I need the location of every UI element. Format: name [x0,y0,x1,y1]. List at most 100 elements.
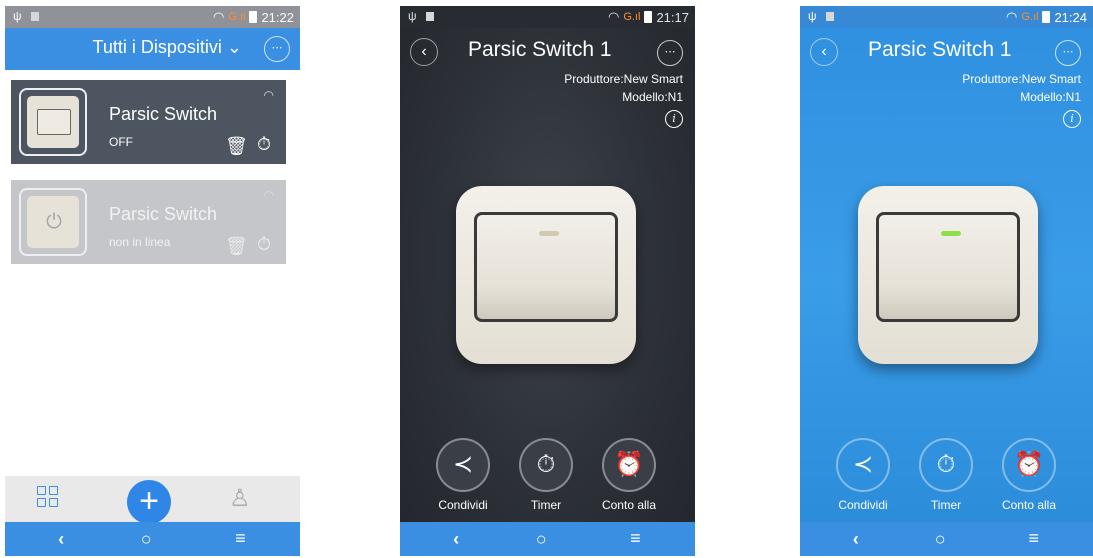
more-options-button[interactable]: ⋯ [1055,40,1081,66]
wifi-status-icon: ◠ [607,9,620,24]
nav-menu-button[interactable]: ≡ [1029,528,1040,549]
signal-icon: G.ıl [228,11,246,23]
android-nav-bar: ‹ ○ ≡ [5,522,300,556]
chevron-down-icon: ⌄ [226,37,242,57]
timer-icon[interactable]: ⏱ [257,234,271,255]
switch-thumbnail: ⏻ [19,188,87,256]
nav-home-button[interactable]: ○ [141,529,152,550]
share-button[interactable]: ≺ [436,438,490,492]
battery-icon [1042,11,1051,23]
nav-menu-button[interactable]: ≡ [630,528,641,549]
more-options-button[interactable]: ⋯ [264,36,290,62]
phone-device-detail-on: ψ ◠ G.ıl 21:24 ‹ Parsic Switch 1 ⋯ Produ… [800,6,1093,556]
signal-icon: G.ıl [1021,11,1039,23]
battery-icon [249,11,258,23]
timer-button[interactable]: ⏱ [919,438,973,492]
switch-led-on [941,231,961,236]
phone-device-detail-off: ψ ◠ G.ıl 21:17 ‹ Parsic Switch 1 ⋯ Produ… [400,6,695,556]
switch-thumbnail [19,88,87,156]
nav-home-button[interactable]: ○ [935,529,946,550]
model-label: Modello:N1 [1020,90,1081,104]
power-icon: ⏻ [46,211,62,233]
model-label: Modello:N1 [622,90,683,104]
device-title: Parsic Switch 1 [868,38,1012,61]
info-icon[interactable]: i [665,110,683,128]
device-title: Parsic Switch 1 [468,38,612,61]
usb-icon: ψ [13,9,22,23]
notification-icon [826,12,834,21]
page-title: Tutti i Dispositivi [92,37,222,57]
timer-label: Timer [930,498,962,512]
nav-back-button[interactable]: ‹ [453,529,459,550]
switch-toggle[interactable] [456,186,636,364]
more-icon: ⋯ [271,42,283,54]
back-button[interactable]: ‹ [810,38,838,66]
device-card-offline[interactable]: ⏻ Parsic Switch non in linea ◠ 🗑 ⏱ [11,180,286,264]
switch-toggle[interactable] [858,186,1038,364]
status-bar: ψ ◠ G.ıl 21:17 [400,6,695,28]
nav-back-button[interactable]: ‹ [853,529,859,550]
user-icon[interactable]: ♙ [229,484,251,513]
wifi-icon: ◠ [263,88,274,102]
bottom-tab-bar: + ♙ [5,476,300,524]
trash-icon[interactable]: 🗑 [225,236,248,257]
timer-icon: ⏱ [936,451,956,478]
device-card-online[interactable]: Parsic Switch OFF ◠ 🗑 ⏱ [11,80,286,164]
timer-label: Timer [530,498,562,512]
signal-icon: G.ıl [623,11,641,23]
alarm-icon: ⏰ [1014,451,1044,478]
countdown-label: Conto alla [1001,498,1057,512]
nav-menu-button[interactable]: ≡ [235,528,246,549]
manufacturer-label: Produttore:New Smart [564,72,683,86]
share-button[interactable]: ≺ [836,438,890,492]
timer-button[interactable]: ⏱ [519,438,573,492]
android-nav-bar: ‹ ○ ≡ [800,522,1093,556]
grid-icon[interactable] [37,486,59,508]
switch-led-off [539,231,559,236]
manufacturer-label: Produttore:New Smart [962,72,1081,86]
share-icon: ≺ [852,451,874,478]
more-options-button[interactable]: ⋯ [657,40,683,66]
notification-icon [31,12,39,21]
battery-icon [644,11,653,23]
status-bar: ψ ◠ G.ıl 21:22 [5,6,300,28]
switch-rocker [474,212,618,322]
countdown-button[interactable]: ⏰ [1002,438,1056,492]
share-label: Condividi [438,498,488,512]
android-nav-bar: ‹ ○ ≡ [400,522,695,556]
status-bar: ψ ◠ G.ıl 21:24 [800,6,1093,28]
status-time: 21:24 [1054,9,1087,25]
notification-icon [426,12,434,21]
wifi-status-icon: ◠ [212,9,225,24]
share-icon: ≺ [452,451,474,478]
plus-icon: + [139,482,159,520]
nav-home-button[interactable]: ○ [536,529,547,550]
phone-device-list: ψ ◠ G.ıl 21:22 Tutti i Dispositivi ⌄ ⋯ P… [5,6,300,556]
share-label: Condividi [838,498,888,512]
switch-rocker [876,212,1020,322]
usb-icon: ψ [408,9,417,23]
device-state: non in linea [109,235,171,249]
app-header: Tutti i Dispositivi ⌄ ⋯ [5,28,300,70]
back-icon: ‹ [821,43,827,60]
back-icon: ‹ [421,43,427,60]
more-icon: ⋯ [1062,46,1074,58]
info-icon[interactable]: i [1063,110,1081,128]
trash-icon[interactable]: 🗑 [225,136,248,157]
wifi-icon: ◠ [263,188,274,202]
wifi-status-icon: ◠ [1005,9,1018,24]
alarm-icon: ⏰ [614,451,644,478]
status-time: 21:17 [656,9,689,25]
back-button[interactable]: ‹ [410,38,438,66]
more-icon: ⋯ [664,46,676,58]
countdown-label: Conto alla [601,498,657,512]
device-name: Parsic Switch [109,104,218,124]
device-filter-dropdown[interactable]: Tutti i Dispositivi ⌄ [93,37,242,58]
countdown-button[interactable]: ⏰ [602,438,656,492]
add-device-button[interactable]: + [127,480,171,524]
usb-icon: ψ [808,9,817,23]
timer-icon: ⏱ [536,451,556,478]
status-time: 21:22 [261,9,294,25]
nav-back-button[interactable]: ‹ [58,529,64,550]
timer-icon[interactable]: ⏱ [257,134,271,155]
